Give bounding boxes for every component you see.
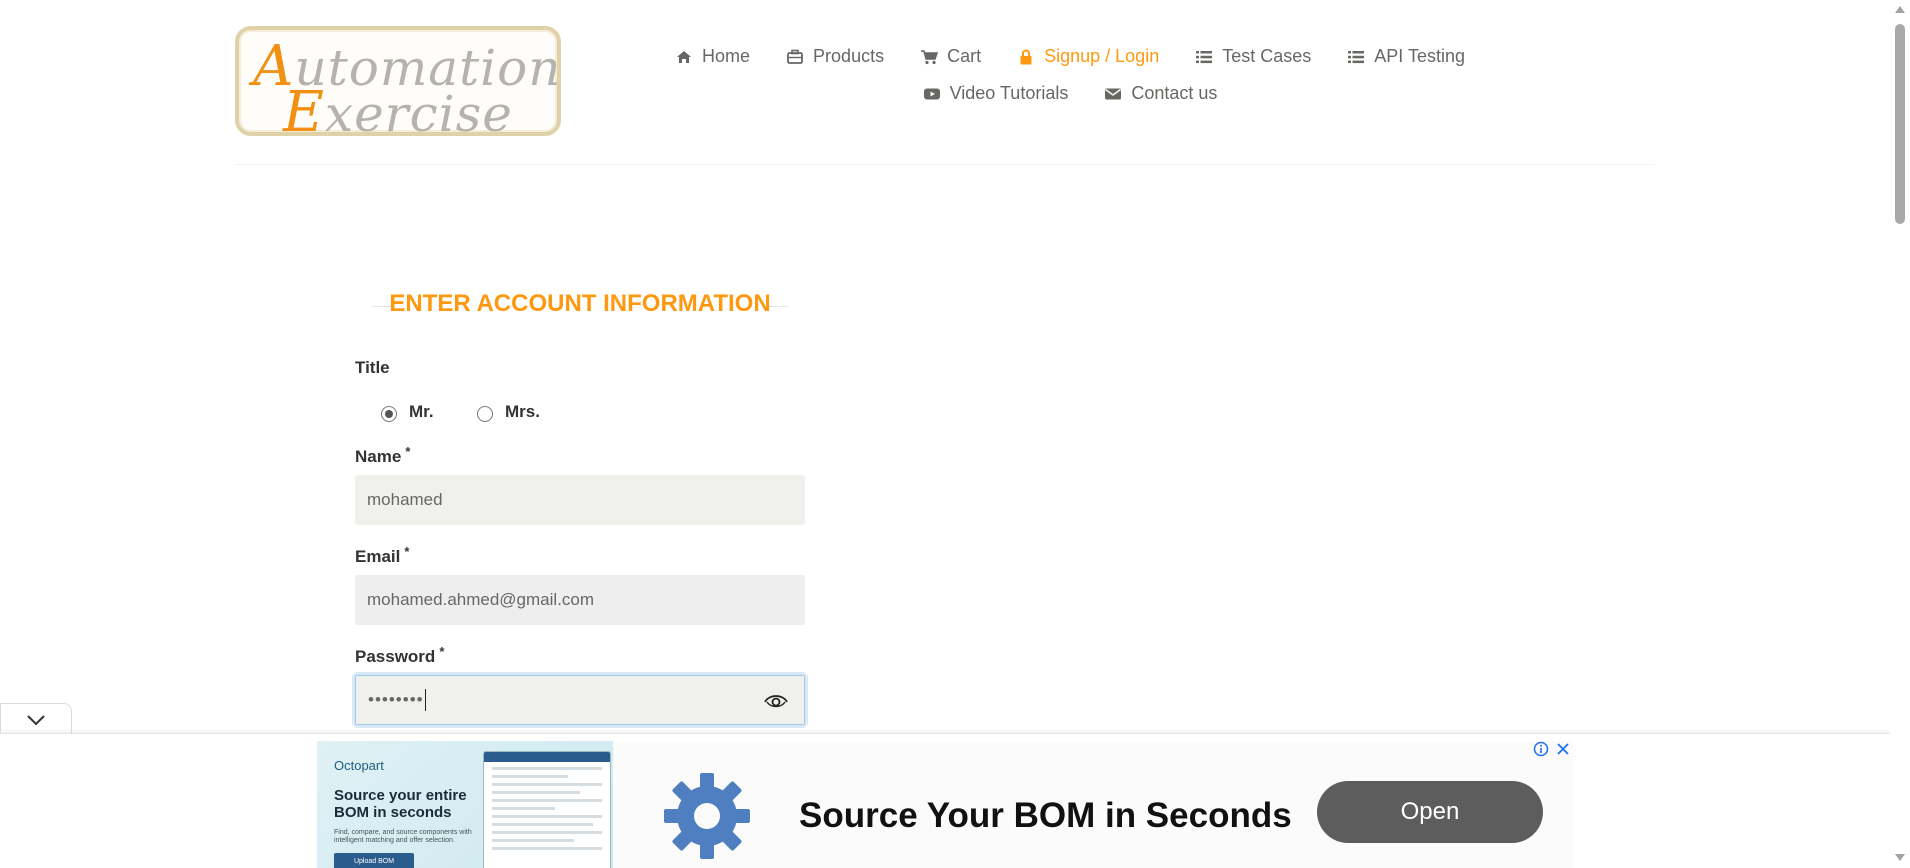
name-value: mohamed [367, 490, 443, 509]
name-field[interactable]: mohamed [355, 475, 805, 525]
site-logo[interactable]: Automation Exercise [235, 26, 561, 145]
password-field[interactable]: •••••••• [355, 675, 805, 725]
email-label: Email * [355, 544, 410, 566]
nav-video-tutorials-label: Video Tutorials [949, 83, 1069, 103]
ad-banner[interactable]: Octopart Source your entire BOM in secon… [317, 741, 1573, 868]
title-mr-label[interactable]: Mr. [409, 402, 434, 422]
ad-subtext: Find, compare, and source components wit… [334, 829, 472, 844]
nav-contact-us-label: Contact us [1131, 83, 1218, 103]
password-label: Password * [355, 644, 445, 666]
products-icon [787, 49, 803, 64]
header-divider [235, 164, 1655, 165]
gear-icon [664, 773, 750, 859]
form-heading: ENTER ACCOUNT INFORMATION [389, 290, 771, 317]
email-field[interactable]: mohamed.ahmed@gmail.com [355, 575, 805, 625]
nav-cart[interactable]: Cart [920, 46, 981, 67]
nav-signup-login[interactable]: Signup / Login [1017, 46, 1159, 67]
title-mrs-label[interactable]: Mrs. [505, 402, 540, 422]
close-icon[interactable] [1555, 741, 1571, 757]
nav-home[interactable]: Home [675, 46, 750, 67]
ad-upload-bom-button[interactable]: Upload BOM [334, 853, 414, 868]
title-mrs-radio[interactable] [477, 406, 493, 422]
radio-selected-dot [385, 410, 393, 418]
nav-signup-login-label: Signup / Login [1044, 46, 1160, 66]
lock-icon [1020, 49, 1032, 64]
form-title-wrapper: ENTER ACCOUNT INFORMATION [372, 288, 788, 322]
nav-row-2: Video Tutorials Contact us [700, 75, 1440, 112]
ad-image[interactable]: Octopart Source your entire BOM in secon… [317, 741, 613, 868]
scroll-up-arrow[interactable] [1895, 6, 1905, 13]
nav-api-testing-label: API Testing [1374, 46, 1465, 66]
ad-banner-bar: Octopart Source your entire BOM in secon… [0, 733, 1890, 868]
nav-row-1: Home Products Cart Signup / Login Test C… [677, 38, 1465, 75]
ad-product-screenshot [483, 751, 611, 868]
youtube-icon [923, 88, 940, 99]
ad-title[interactable]: Source Your BOM in Seconds [799, 796, 1292, 836]
nav-home-label: Home [702, 46, 751, 66]
title-label: Title [355, 358, 390, 377]
ad-brand-name: Octopart [334, 758, 384, 773]
chevron-down-icon [27, 714, 45, 725]
title-mr-radio[interactable] [381, 406, 397, 422]
cart-icon [921, 49, 939, 64]
page-scrollbar[interactable] [1890, 0, 1910, 867]
nav-contact-us[interactable]: Contact us [1104, 83, 1217, 104]
home-icon [677, 50, 692, 63]
nav-test-cases[interactable]: Test Cases [1195, 46, 1311, 67]
nav-cart-label: Cart [947, 46, 982, 66]
nav-api-testing[interactable]: API Testing [1347, 46, 1465, 67]
envelope-icon [1105, 88, 1122, 99]
nav-test-cases-label: Test Cases [1222, 46, 1312, 66]
password-value: •••••••• [368, 690, 424, 709]
email-value: mohamed.ahmed@gmail.com [367, 590, 595, 609]
list-icon [1348, 50, 1365, 63]
list-icon [1196, 50, 1213, 63]
show-password-eye-icon[interactable] [764, 691, 788, 711]
text-caret [424, 689, 426, 711]
ad-open-button[interactable]: Open [1317, 781, 1543, 843]
nav-products-label: Products [813, 46, 885, 66]
nav-products[interactable]: Products [786, 46, 884, 67]
ad-headline: Source your entire BOM in seconds [334, 787, 467, 821]
nav-video-tutorials[interactable]: Video Tutorials [923, 83, 1069, 104]
ad-collapse-toggle[interactable] [0, 703, 72, 735]
name-label: Name * [355, 444, 411, 466]
main-navigation: Home Products Cart Signup / Login Test C… [677, 38, 1465, 112]
scroll-down-arrow[interactable] [1895, 854, 1905, 861]
scroll-thumb[interactable] [1895, 24, 1905, 224]
info-icon[interactable] [1533, 741, 1549, 757]
logo-line-2: Exercise [283, 80, 513, 145]
